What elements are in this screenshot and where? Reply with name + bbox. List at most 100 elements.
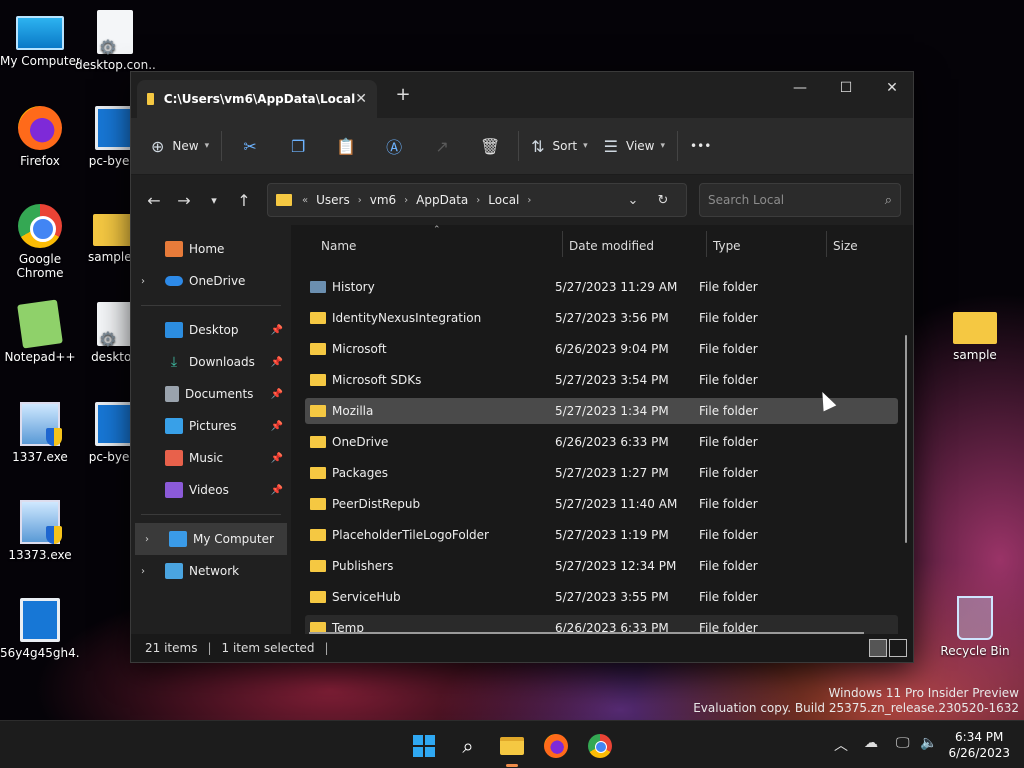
recent-locations-button[interactable]: ▾ (199, 185, 229, 215)
search-box[interactable]: ⌕ (699, 183, 901, 217)
column-header-type[interactable]: Type (713, 239, 741, 253)
share-button[interactable]: ↗ (418, 129, 466, 163)
sidebar-item-desktop[interactable]: Desktop 📌 (131, 314, 291, 346)
onedrive-tray-icon[interactable]: ☁ (864, 735, 878, 751)
scissors-icon: ✂ (243, 136, 257, 156)
desktop-icon-firefox[interactable]: Firefox (0, 106, 80, 168)
column-divider[interactable] (826, 231, 827, 257)
file-row-selected[interactable]: Mozilla 5/27/2023 1:34 PM File folder (305, 398, 898, 424)
breadcrumb-appdata[interactable]: AppData (416, 193, 468, 207)
close-window-button[interactable]: ✕ (869, 72, 915, 104)
desktop-icon-my-computer[interactable]: My Computer (0, 10, 80, 68)
file-row[interactable]: Packages 5/27/2023 1:27 PM File folder (305, 460, 898, 486)
start-button[interactable] (404, 729, 444, 763)
chevron-right-icon[interactable]: › (404, 195, 408, 206)
breadcrumb-overflow[interactable]: « (302, 195, 308, 206)
column-header-size[interactable]: Size (833, 239, 858, 253)
rename-button[interactable]: Ⓐ (370, 129, 418, 163)
volume-icon[interactable]: 🔈 (920, 735, 937, 751)
breadcrumb-users[interactable]: Users (316, 193, 350, 207)
file-row[interactable]: PlaceholderTileLogoFolder 5/27/2023 1:19… (305, 522, 898, 548)
show-hidden-icons-button[interactable]: ︿ (834, 735, 848, 755)
column-divider[interactable] (706, 231, 707, 257)
search-icon[interactable]: ⌕ (885, 193, 892, 208)
desktop-icon-sample[interactable]: sample (935, 302, 1015, 362)
desktop-icon-desktop-config[interactable]: desktop.con... (75, 10, 155, 72)
folder-icon (310, 560, 326, 572)
title-bar[interactable]: C:\Users\vm6\AppData\Local ✕ + — ☐ ✕ (131, 72, 913, 118)
delete-button[interactable]: 🗑 (466, 129, 514, 163)
file-row[interactable]: IdentityNexusIntegration 5/27/2023 3:56 … (305, 305, 898, 331)
breadcrumb-local[interactable]: Local (488, 193, 519, 207)
network-tray-icon[interactable]: 🖵 (896, 735, 910, 751)
chevron-right-icon[interactable]: › (141, 566, 155, 577)
taskbar-search-button[interactable]: ⌕ (448, 729, 488, 763)
computer-icon (16, 16, 64, 50)
new-tab-button[interactable]: + (393, 84, 413, 105)
paste-button[interactable]: 📋 (322, 129, 370, 163)
view-button[interactable]: ☰ View ▾ (596, 129, 673, 163)
desktop-icon-notepadpp[interactable]: Notepad++ (0, 299, 80, 364)
chevron-right-icon[interactable]: › (358, 195, 362, 206)
sidebar-item-onedrive[interactable]: › OneDrive (131, 265, 291, 297)
column-header-name[interactable]: Name (321, 239, 356, 253)
forward-button[interactable]: → (169, 185, 199, 215)
windows-logo-icon (413, 735, 435, 757)
sidebar-item-my-computer[interactable]: › My Computer (135, 523, 287, 555)
sidebar-item-videos[interactable]: Videos 📌 (131, 474, 291, 506)
desktop-icon-recycle-bin[interactable]: Recycle Bin (935, 596, 1015, 658)
address-dropdown-icon[interactable]: ⌄ (618, 193, 648, 208)
refresh-icon[interactable]: ↻ (648, 193, 678, 208)
taskbar-file-explorer[interactable] (492, 729, 532, 767)
desktop-icon-1337[interactable]: 1337.exe (0, 402, 80, 464)
chevron-right-icon[interactable]: › (476, 195, 480, 206)
column-divider[interactable] (562, 231, 563, 257)
large-icons-view-button[interactable] (889, 639, 907, 657)
file-list: ⌃ Name Date modified Type Size History 5… (291, 225, 913, 641)
cloud-icon (165, 276, 183, 286)
more-options-button[interactable]: ••• (682, 129, 719, 163)
file-row[interactable]: OneDrive 6/26/2023 6:33 PM File folder (305, 429, 898, 455)
sidebar-item-pictures[interactable]: Pictures 📌 (131, 410, 291, 442)
desktop-icon-56y4g[interactable]: 56y4g45gh4... (0, 598, 80, 660)
sort-button[interactable]: ⇅ Sort ▾ (523, 129, 596, 163)
sidebar-item-music[interactable]: Music 📌 (131, 442, 291, 474)
search-input[interactable] (708, 193, 885, 207)
window-file-icon (95, 402, 135, 446)
file-row[interactable]: History 5/27/2023 11:29 AM File folder (305, 274, 898, 300)
up-button[interactable]: ↑ (229, 185, 259, 215)
file-row[interactable]: Microsoft SDKs 5/27/2023 3:54 PM File fo… (305, 367, 898, 393)
taskbar-firefox[interactable] (536, 729, 576, 763)
tab-local[interactable]: C:\Users\vm6\AppData\Local ✕ (137, 80, 377, 118)
desktop-icon-13373[interactable]: 13373.exe (0, 500, 80, 562)
file-row[interactable]: Microsoft 6/26/2023 9:04 PM File folder (305, 336, 898, 362)
close-tab-icon[interactable]: ✕ (355, 91, 367, 107)
details-view-button[interactable] (869, 639, 887, 657)
address-bar[interactable]: « Users › vm6 › AppData › Local › ⌄ ↻ (267, 183, 687, 217)
new-button[interactable]: ⊕ New ▾ (143, 129, 217, 163)
desktop-icon-chrome[interactable]: Google Chrome (0, 204, 80, 280)
breadcrumb-vm6[interactable]: vm6 (370, 193, 396, 207)
chevron-right-icon[interactable]: › (527, 195, 531, 206)
column-header-date[interactable]: Date modified (569, 239, 654, 253)
sidebar-item-downloads[interactable]: ⤓ Downloads 📌 (131, 346, 291, 378)
chevron-right-icon[interactable]: › (145, 534, 159, 545)
maximize-button[interactable]: ☐ (823, 72, 869, 104)
sidebar-item-home[interactable]: Home (131, 233, 291, 265)
file-row[interactable]: PeerDistRepub 5/27/2023 11:40 AM File fo… (305, 491, 898, 517)
navigation-bar: ← → ▾ ↑ « Users › vm6 › AppData › Local … (131, 175, 913, 225)
file-row[interactable]: ServiceHub 5/27/2023 3:55 PM File folder (305, 584, 898, 610)
view-toggle (869, 639, 907, 657)
minimize-button[interactable]: — (777, 72, 823, 104)
chevron-right-icon[interactable]: › (141, 276, 155, 287)
copy-button[interactable]: ❐ (274, 129, 322, 163)
vertical-scrollbar[interactable] (905, 335, 907, 543)
sidebar-item-documents[interactable]: Documents 📌 (131, 378, 291, 410)
firefox-icon (544, 734, 568, 758)
system-clock[interactable]: 6:34 PM 6/26/2023 (948, 729, 1010, 761)
taskbar-chrome[interactable] (580, 729, 620, 763)
back-button[interactable]: ← (139, 185, 169, 215)
file-row[interactable]: Publishers 5/27/2023 12:34 PM File folde… (305, 553, 898, 579)
sidebar-item-network[interactable]: › Network (131, 555, 291, 587)
cut-button[interactable]: ✂ (226, 129, 274, 163)
